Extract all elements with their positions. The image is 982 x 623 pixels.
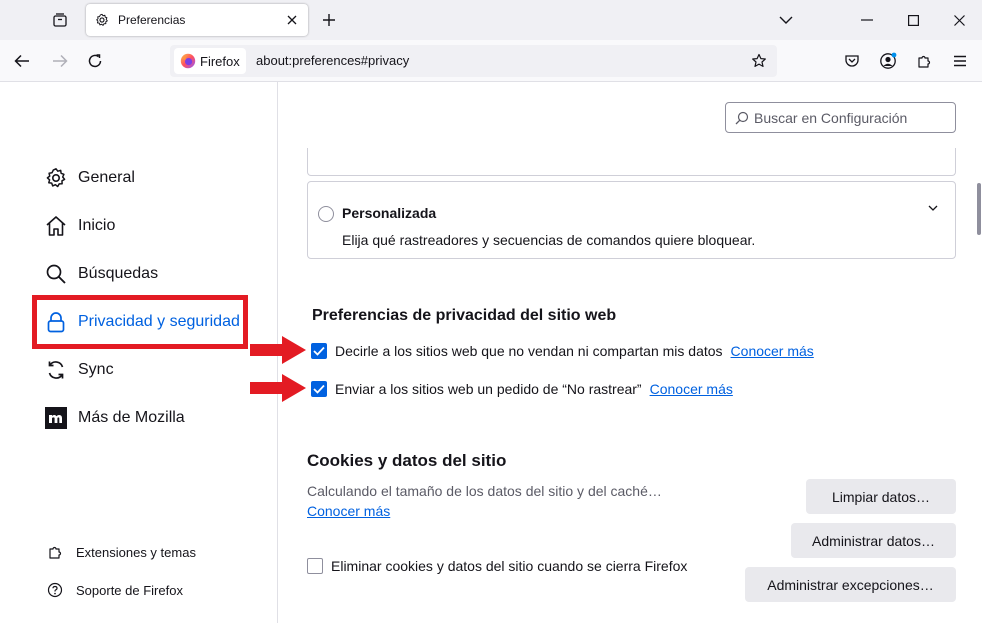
category-label: Inicio [78,217,116,234]
category-label: Sync [78,361,114,378]
previous-option-card [307,148,956,176]
gpc-checkbox-row[interactable]: Decirle a los sitios web que no vendan n… [311,341,814,361]
new-tab-icon[interactable] [316,0,342,40]
search-placeholder: Buscar en Configuración [754,109,908,126]
tab-title: Preferencias [118,13,186,27]
custom-description: Elija qué rastreadores y secuencias de c… [342,232,756,248]
url-bar[interactable]: Firefox about:preferences#privacy [170,45,777,77]
dnt-checkbox-row[interactable]: Enviar a los sitios web un pedido de “No… [311,379,733,399]
forward-button[interactable] [46,47,74,75]
custom-title: Personalizada [342,205,437,221]
dnt-checkbox[interactable] [311,381,327,397]
bookmark-star-icon[interactable] [749,51,769,71]
firefox-logo-icon [180,53,196,69]
pocket-icon[interactable] [838,47,866,75]
category-label: Más de Mozilla [78,409,185,426]
manage-exceptions-button[interactable]: Administrar excepciones… [745,567,956,602]
identity-label: Firefox [200,53,240,69]
back-button[interactable] [8,47,36,75]
search-preferences-input[interactable]: Buscar en Configuración [725,102,956,133]
title-bar: Preferencias [0,0,982,40]
delete-on-close-label: Eliminar cookies y datos del sitio cuand… [331,558,688,574]
gear-icon [94,12,110,28]
gear-icon [44,166,68,190]
puzzle-icon [46,543,64,561]
cookies-learn-more-link[interactable]: Conocer más [307,503,390,519]
custom-radio[interactable] [318,206,334,222]
reload-button[interactable] [81,47,109,75]
url-text[interactable]: about:preferences#privacy [256,53,409,68]
list-tabs-chevron-icon[interactable] [772,0,800,40]
dnt-learn-more-link[interactable]: Conocer más [650,381,733,397]
nav-bar: Firefox about:preferences#privacy [0,40,982,82]
delete-on-close-row[interactable]: Eliminar cookies y datos del sitio cuand… [307,556,687,576]
search-icon [44,262,68,286]
maximize-icon[interactable] [890,0,936,40]
highlight-box [32,295,248,349]
custom-protection-card[interactable]: Personalizada Elija qué rastreadores y s… [307,181,956,259]
category-busquedas[interactable]: Búsquedas [44,261,158,287]
clear-data-button[interactable]: Limpiar datos… [806,479,956,514]
home-icon [44,214,68,238]
gpc-label: Decirle a los sitios web que no vendan n… [335,343,723,359]
identity-box[interactable]: Firefox [174,48,246,74]
gpc-learn-more-link[interactable]: Conocer más [731,343,814,359]
categories-sidebar: General Inicio Búsquedas Privacidad y se… [0,82,278,623]
search-icon [734,110,750,126]
gpc-checkbox[interactable] [311,343,327,359]
dnt-label: Enviar a los sitios web un pedido de “No… [335,381,642,397]
cookies-heading: Cookies y datos del sitio [307,451,507,470]
mozilla-icon [44,406,68,430]
minimize-icon[interactable] [844,0,890,40]
close-tab-icon[interactable] [282,10,302,30]
chevron-down-icon[interactable] [925,200,941,216]
scrollbar-thumb[interactable] [977,183,981,235]
category-mas-de-mozilla[interactable]: Más de Mozilla [44,405,185,431]
privacy-preferences-heading: Preferencias de privacidad del sitio web [312,307,617,324]
tab-manager-icon[interactable] [46,0,74,40]
account-icon[interactable] [874,47,902,75]
extensions-themes-link[interactable]: Extensiones y temas [46,542,196,562]
red-arrow-icon [250,374,306,402]
red-arrow-icon [250,336,306,364]
tab-preferencias[interactable]: Preferencias [86,4,308,36]
hamburger-menu-icon[interactable] [946,47,974,75]
category-sync[interactable]: Sync [44,357,114,383]
footer-label: Soporte de Firefox [76,582,183,598]
manage-data-button[interactable]: Administrar datos… [791,523,956,558]
firefox-support-link[interactable]: Soporte de Firefox [46,580,183,600]
help-icon [46,581,64,599]
extensions-puzzle-icon[interactable] [910,47,938,75]
sync-icon [44,358,68,382]
category-inicio[interactable]: Inicio [44,213,115,239]
cookies-size-status: Calculando el tamaño de los datos del si… [307,483,662,499]
delete-on-close-checkbox[interactable] [307,558,323,574]
category-label: General [78,169,135,186]
footer-label: Extensiones y temas [76,544,196,560]
category-general[interactable]: General [44,165,135,191]
category-label: Búsquedas [78,265,159,282]
window-close-icon[interactable] [936,0,982,40]
